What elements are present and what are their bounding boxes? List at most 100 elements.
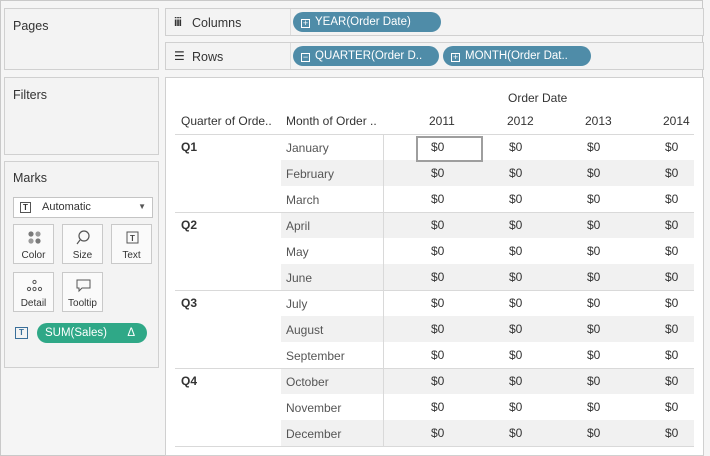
value-cell[interactable]: $0 (587, 244, 600, 258)
value-cell[interactable]: $0 (431, 270, 444, 284)
quarter-divider (175, 212, 694, 213)
value-cell[interactable]: $0 (509, 296, 522, 310)
value-cell[interactable]: $0 (509, 140, 522, 154)
value-cell[interactable]: $0 (665, 270, 678, 284)
month-pill-label: MONTH(Order Dat.. (465, 50, 568, 62)
quarter-divider (175, 446, 694, 447)
month-label[interactable]: June (286, 271, 312, 285)
month-label[interactable]: January (286, 141, 329, 155)
month-order-date-pill[interactable]: + MONTH(Order Dat.. (443, 46, 591, 66)
order-date-header[interactable]: Order Date (508, 91, 567, 105)
value-cell[interactable]: $0 (431, 296, 444, 310)
value-cell[interactable]: $0 (587, 166, 600, 180)
quarter-order-date-pill[interactable]: − QUARTER(Order D.. (293, 46, 439, 66)
quarter-label[interactable]: Q3 (181, 296, 197, 310)
value-cell[interactable]: $0 (587, 192, 600, 206)
color-button[interactable]: Color (13, 224, 54, 264)
year-order-date-pill[interactable]: + YEAR(Order Date) (293, 12, 441, 32)
month-label[interactable]: February (286, 167, 334, 181)
sum-sales-pill[interactable]: SUM(Sales) Δ (37, 323, 147, 343)
month-header[interactable]: Month of Order .. (286, 114, 377, 128)
value-cell[interactable]: $0 (665, 140, 678, 154)
tooltip-button[interactable]: Tooltip (62, 272, 103, 312)
tooltip-bubble-icon (76, 279, 91, 293)
text-button[interactable]: T Text (111, 224, 152, 264)
text-label: Text (122, 250, 141, 261)
crosstab-view: Order Date Quarter of Orde.. Month of Or… (165, 77, 704, 456)
value-cell[interactable]: $0 (431, 244, 444, 258)
value-cell[interactable]: $0 (665, 348, 678, 362)
workspace: Pages Filters Marks T Automatic ▼ Color … (0, 0, 704, 456)
value-cell[interactable]: $0 (509, 192, 522, 206)
value-cell[interactable]: $0 (431, 400, 444, 414)
year-header-2014[interactable]: 2014 (663, 114, 690, 128)
month-label[interactable]: December (286, 427, 341, 441)
value-cell[interactable]: $0 (665, 166, 678, 180)
month-label[interactable]: March (286, 193, 319, 207)
month-label[interactable]: August (286, 323, 323, 337)
detail-button[interactable]: Detail (13, 272, 54, 312)
quarter-header[interactable]: Quarter of Orde.. (181, 114, 272, 128)
size-button[interactable]: Size (62, 224, 103, 264)
text-t-icon: T (126, 231, 139, 244)
quarter-label[interactable]: Q1 (181, 140, 197, 154)
value-cell[interactable]: $0 (587, 348, 600, 362)
tooltip-label: Tooltip (68, 298, 97, 309)
value-cell[interactable]: $0 (665, 426, 678, 440)
value-cell[interactable]: $0 (431, 192, 444, 206)
value-cell[interactable]: $0 (587, 140, 600, 154)
value-cell[interactable]: $0 (509, 244, 522, 258)
value-cell[interactable]: $0 (431, 322, 444, 336)
month-label[interactable]: November (286, 401, 341, 415)
month-label[interactable]: October (286, 375, 329, 389)
month-label[interactable]: April (286, 219, 310, 233)
month-label[interactable]: September (286, 349, 345, 363)
quarter-pill-label: QUARTER(Order D.. (315, 50, 423, 62)
value-cell[interactable]: $0 (431, 218, 444, 232)
value-cell[interactable]: $0 (665, 322, 678, 336)
text-mark-icon: T (20, 202, 31, 213)
value-cell[interactable]: $0 (509, 166, 522, 180)
value-cell[interactable]: $0 (431, 348, 444, 362)
value-cell[interactable]: $0 (509, 400, 522, 414)
value-cell[interactable]: $0 (509, 374, 522, 388)
value-cell[interactable]: $0 (509, 348, 522, 362)
row-band (281, 368, 694, 394)
value-cell[interactable]: $0 (587, 374, 600, 388)
value-cell[interactable]: $0 (587, 426, 600, 440)
quarter-divider (175, 134, 694, 135)
value-cell[interactable]: $0 (431, 374, 444, 388)
value-cell[interactable]: $0 (587, 322, 600, 336)
year-header-2012[interactable]: 2012 (507, 114, 534, 128)
mark-type-dropdown[interactable]: T Automatic ▼ (13, 197, 153, 218)
value-cell[interactable]: $0 (509, 270, 522, 284)
value-cell[interactable]: $0 (587, 270, 600, 284)
value-cell[interactable]: $0 (587, 296, 600, 310)
rows-icon: ☰ (174, 49, 185, 63)
value-cell[interactable]: $0 (431, 426, 444, 440)
value-cell[interactable]: $0 (665, 244, 678, 258)
year-header-2011[interactable]: 2011 (429, 114, 455, 128)
row-band (281, 212, 694, 238)
mark-type-value: Automatic (42, 201, 91, 213)
value-cell[interactable]: $0 (665, 296, 678, 310)
value-cell[interactable]: $0 (665, 192, 678, 206)
marks-title: Marks (13, 171, 48, 185)
value-cell[interactable]: $0 (587, 400, 600, 414)
month-label[interactable]: July (286, 297, 307, 311)
value-cell[interactable]: $0 (665, 218, 678, 232)
value-cell[interactable]: $0 (431, 166, 444, 180)
quarter-label[interactable]: Q4 (181, 374, 197, 388)
value-cell[interactable]: $0 (665, 400, 678, 414)
value-cell[interactable]: $0 (509, 218, 522, 232)
value-cell[interactable]: $0 (509, 426, 522, 440)
filters-card[interactable]: Filters (4, 77, 159, 155)
month-label[interactable]: May (286, 245, 309, 259)
year-header-2013[interactable]: 2013 (585, 114, 612, 128)
value-cell[interactable]: $0 (509, 322, 522, 336)
quarter-label[interactable]: Q2 (181, 218, 197, 232)
value-cell[interactable]: $0 (665, 374, 678, 388)
pages-card[interactable]: Pages (4, 8, 159, 70)
selected-cell-outline (416, 136, 483, 162)
value-cell[interactable]: $0 (587, 218, 600, 232)
